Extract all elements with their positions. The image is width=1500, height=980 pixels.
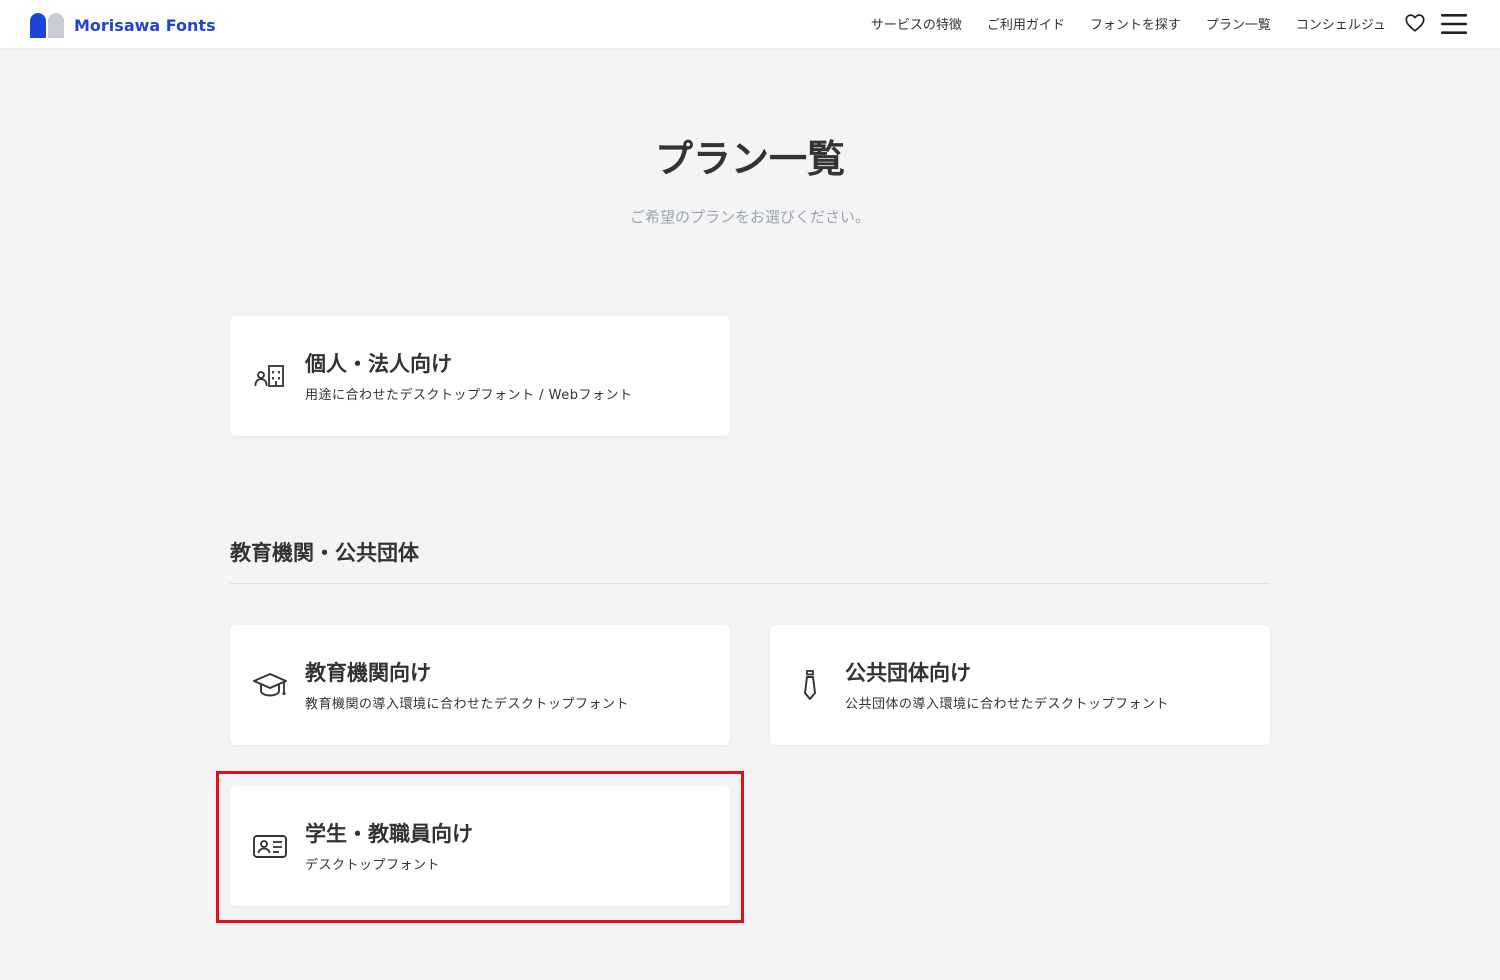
page-subtitle: ご希望のプランをお選びください。 xyxy=(629,208,870,226)
heart-icon[interactable] xyxy=(1404,12,1426,34)
plan-card-description: デスクトップフォント xyxy=(305,858,441,873)
plan-card-title: 学生・教職員向け xyxy=(305,822,473,846)
graduation-cap-icon xyxy=(253,673,287,697)
nav-link-find-fonts[interactable]: フォントを探す xyxy=(1090,14,1181,33)
main-nav: サービスの特徴 ご利用ガイド フォントを探す プラン一覧 コンシェルジュ xyxy=(871,0,1386,46)
nav-link-guide[interactable]: ご利用ガイド xyxy=(987,14,1065,33)
nav-link-plans[interactable]: プラン一覧 xyxy=(1206,14,1271,33)
plan-card-description: 教育機関の導入環境に合わせたデスクトップフォント xyxy=(305,697,630,712)
person-building-icon xyxy=(254,365,284,387)
page-title: プラン一覧 xyxy=(654,137,845,181)
plan-card-title: 公共団体向け xyxy=(845,661,971,685)
section-divider xyxy=(230,583,1270,584)
plan-card-description: 用途に合わせたデスクトップフォント / Webフォント xyxy=(305,388,633,403)
plan-card-public-organization[interactable]: 公共団体向け 公共団体の導入環境に合わせたデスクトップフォント xyxy=(770,625,1270,745)
nav-link-features[interactable]: サービスの特徴 xyxy=(871,14,962,33)
brand-name: Morisawa Fonts xyxy=(74,15,216,35)
id-card-icon xyxy=(253,835,287,858)
plan-card-title: 教育機関向け xyxy=(305,661,431,685)
plan-card-students-faculty[interactable]: 学生・教職員向け デスクトップフォント xyxy=(230,786,730,906)
plan-card-title: 個人・法人向け xyxy=(305,352,452,376)
plan-card-description: 公共団体の導入環境に合わせたデスクトップフォント xyxy=(845,697,1170,712)
plan-card-personal-corporate[interactable]: 個人・法人向け 用途に合わせたデスクトップフォント / Webフォント xyxy=(230,316,730,436)
brand-logo[interactable]: Morisawa Fonts xyxy=(30,12,216,38)
section-heading-education-public: 教育機関・公共団体 xyxy=(230,541,419,565)
plan-card-education[interactable]: 教育機関向け 教育機関の導入環境に合わせたデスクトップフォント xyxy=(230,625,730,745)
nav-link-concierge[interactable]: コンシェルジュ xyxy=(1296,14,1386,33)
morisawa-logo-icon xyxy=(30,13,64,38)
site-header: Morisawa Fonts サービスの特徴 ご利用ガイド フォントを探す プラ… xyxy=(0,0,1500,48)
tie-icon xyxy=(804,670,816,700)
hamburger-menu-icon[interactable] xyxy=(1441,13,1467,35)
